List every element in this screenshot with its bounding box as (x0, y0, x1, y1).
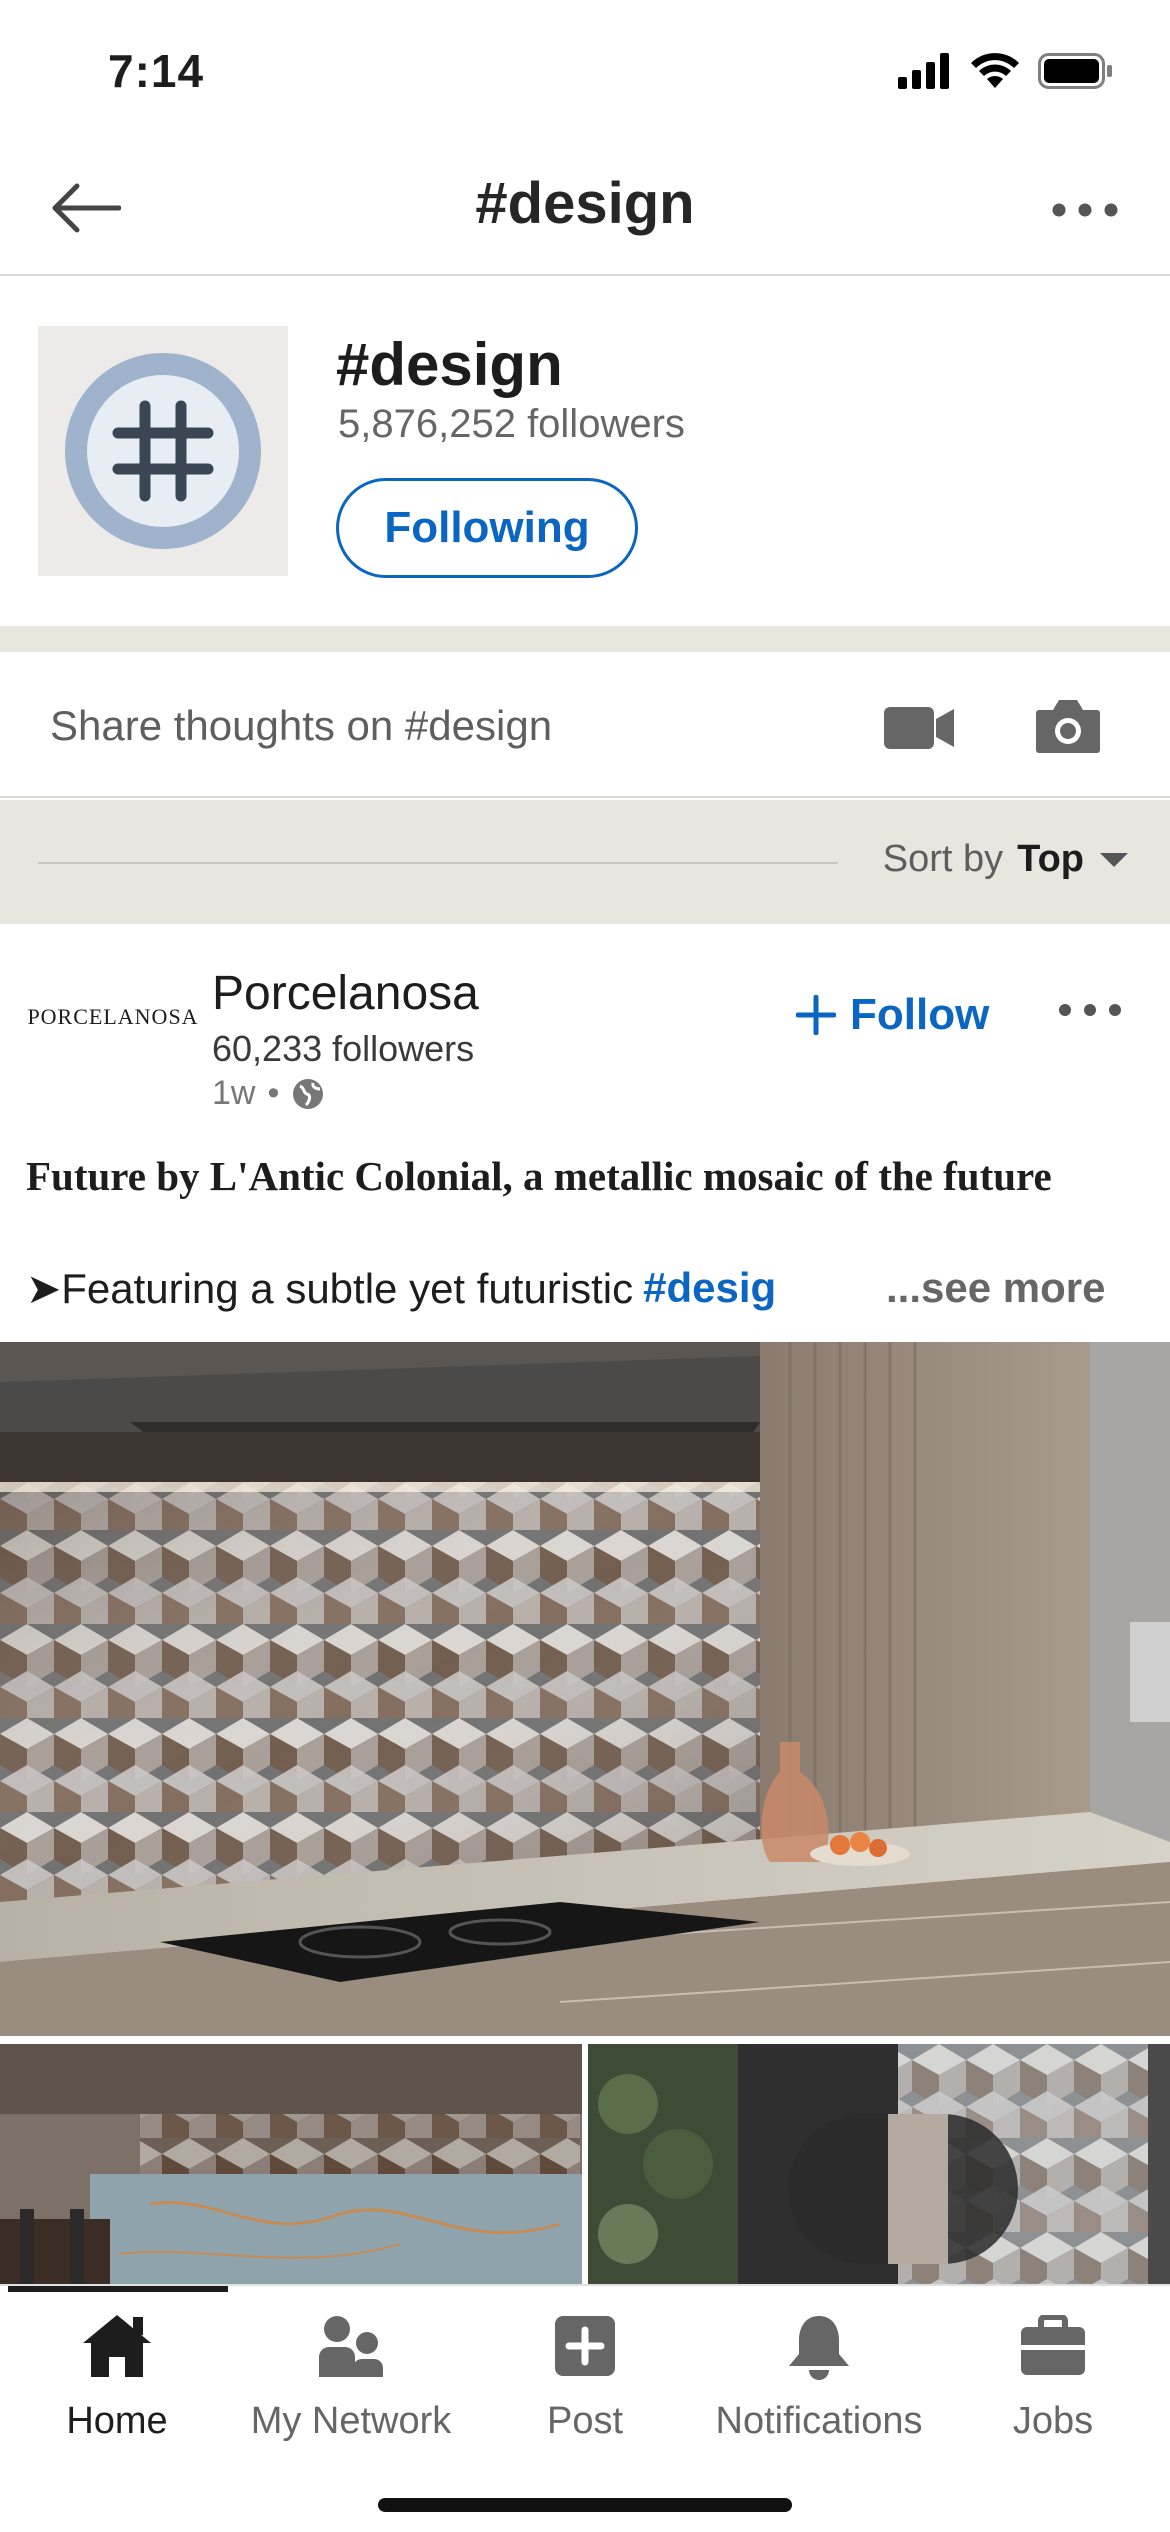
video-button[interactable] (878, 688, 962, 768)
meta-separator: • (267, 1074, 280, 1112)
tab-label: Jobs (1012, 2400, 1094, 2442)
kitchen-photo (0, 1342, 1170, 2036)
bell-icon (779, 2308, 859, 2384)
following-button[interactable]: Following (336, 478, 638, 578)
hashtag-card: #design 5,876,252 followers Following (0, 278, 1170, 626)
company-followers: 60,233 followers (212, 1028, 475, 1069)
post-image-main[interactable] (0, 1342, 1170, 2036)
post-body: ➤Featuring a subtle yet futuristic #desi… (26, 1264, 776, 1313)
dining-kitchen-photo (0, 2044, 582, 2284)
video-camera-icon (884, 707, 954, 749)
page-title: #design (475, 171, 695, 236)
status-time: 7:14 (108, 45, 205, 97)
hashtag-icon (65, 353, 261, 549)
camera-icon (1036, 700, 1100, 753)
post-more-button[interactable] (1050, 990, 1130, 1030)
briefcase-icon (1013, 2308, 1093, 2384)
tab-label: Notifications (715, 2400, 923, 2442)
bottom-tab-bar: Home My Network Post Notifications Jobs (0, 2284, 1170, 2532)
company-logo[interactable]: PORCELANOSA (27, 992, 197, 1042)
post-hashtag-link[interactable]: #desig (643, 1264, 776, 1313)
post-age: 1w (212, 1074, 256, 1112)
plus-icon (796, 995, 836, 1035)
bathroom-photo (588, 2044, 1170, 2284)
tab-notifications[interactable]: Notifications (702, 2308, 936, 2443)
post-meta: 1w • (212, 1074, 325, 1113)
tab-my-network[interactable]: My Network (234, 2308, 468, 2443)
plus-box-icon (545, 2308, 625, 2384)
wifi-icon (971, 53, 1019, 88)
tab-post[interactable]: Post (468, 2308, 702, 2443)
sort-dropdown[interactable]: Sort by Top (883, 838, 1130, 881)
active-tab-indicator (8, 2286, 228, 2292)
tab-home[interactable]: Home (0, 2308, 234, 2443)
section-divider (0, 626, 1170, 652)
company-name[interactable]: Porcelanosa (212, 966, 479, 1021)
tab-label: Post (546, 2400, 624, 2442)
status-icons (898, 52, 1114, 90)
post-image-thumb-1[interactable] (0, 2044, 582, 2284)
app-header: #design (0, 140, 1170, 276)
follow-label: Follow (850, 990, 990, 1039)
sort-value: Top (1017, 838, 1084, 880)
feed-post: PORCELANOSA Porcelanosa 60,233 followers… (0, 924, 1170, 2284)
see-more-link[interactable]: ...see more (886, 1264, 1105, 1312)
sort-divider (38, 862, 838, 864)
post-headline: Future by L'Antic Colonial, a metallic m… (26, 1153, 1052, 1199)
post-image-thumb-2[interactable] (588, 2044, 1170, 2284)
hashtag-followers: 5,876,252 followers (338, 402, 685, 446)
follow-button[interactable]: Follow (796, 990, 989, 1040)
home-indicator (378, 2498, 792, 2512)
camera-button[interactable] (1030, 686, 1106, 766)
caret-down-icon (1100, 852, 1128, 867)
post-body-text: ➤Featuring a subtle yet futuristic (26, 1265, 634, 1312)
home-icon (77, 2308, 157, 2384)
tab-label: Home (66, 2400, 168, 2442)
tab-label: My Network (250, 2400, 452, 2442)
share-input[interactable]: Share thoughts on #design (50, 702, 552, 750)
hashtag-logo (38, 326, 288, 576)
tab-jobs[interactable]: Jobs (936, 2308, 1170, 2443)
signal-icon (898, 53, 949, 89)
sort-bar: Sort by Top (0, 800, 1170, 924)
status-bar: 7:14 (0, 0, 1170, 140)
sort-label: Sort by (882, 838, 1004, 880)
people-icon (311, 2308, 391, 2384)
globe-icon (293, 1078, 324, 1109)
ellipsis-icon (1059, 1004, 1121, 1016)
ellipsis-icon (1052, 203, 1118, 217)
share-bar[interactable]: Share thoughts on #design (0, 652, 1170, 798)
battery-icon (1038, 53, 1112, 89)
more-options-button[interactable] (1040, 180, 1130, 240)
hashtag-name: #design (336, 331, 563, 398)
